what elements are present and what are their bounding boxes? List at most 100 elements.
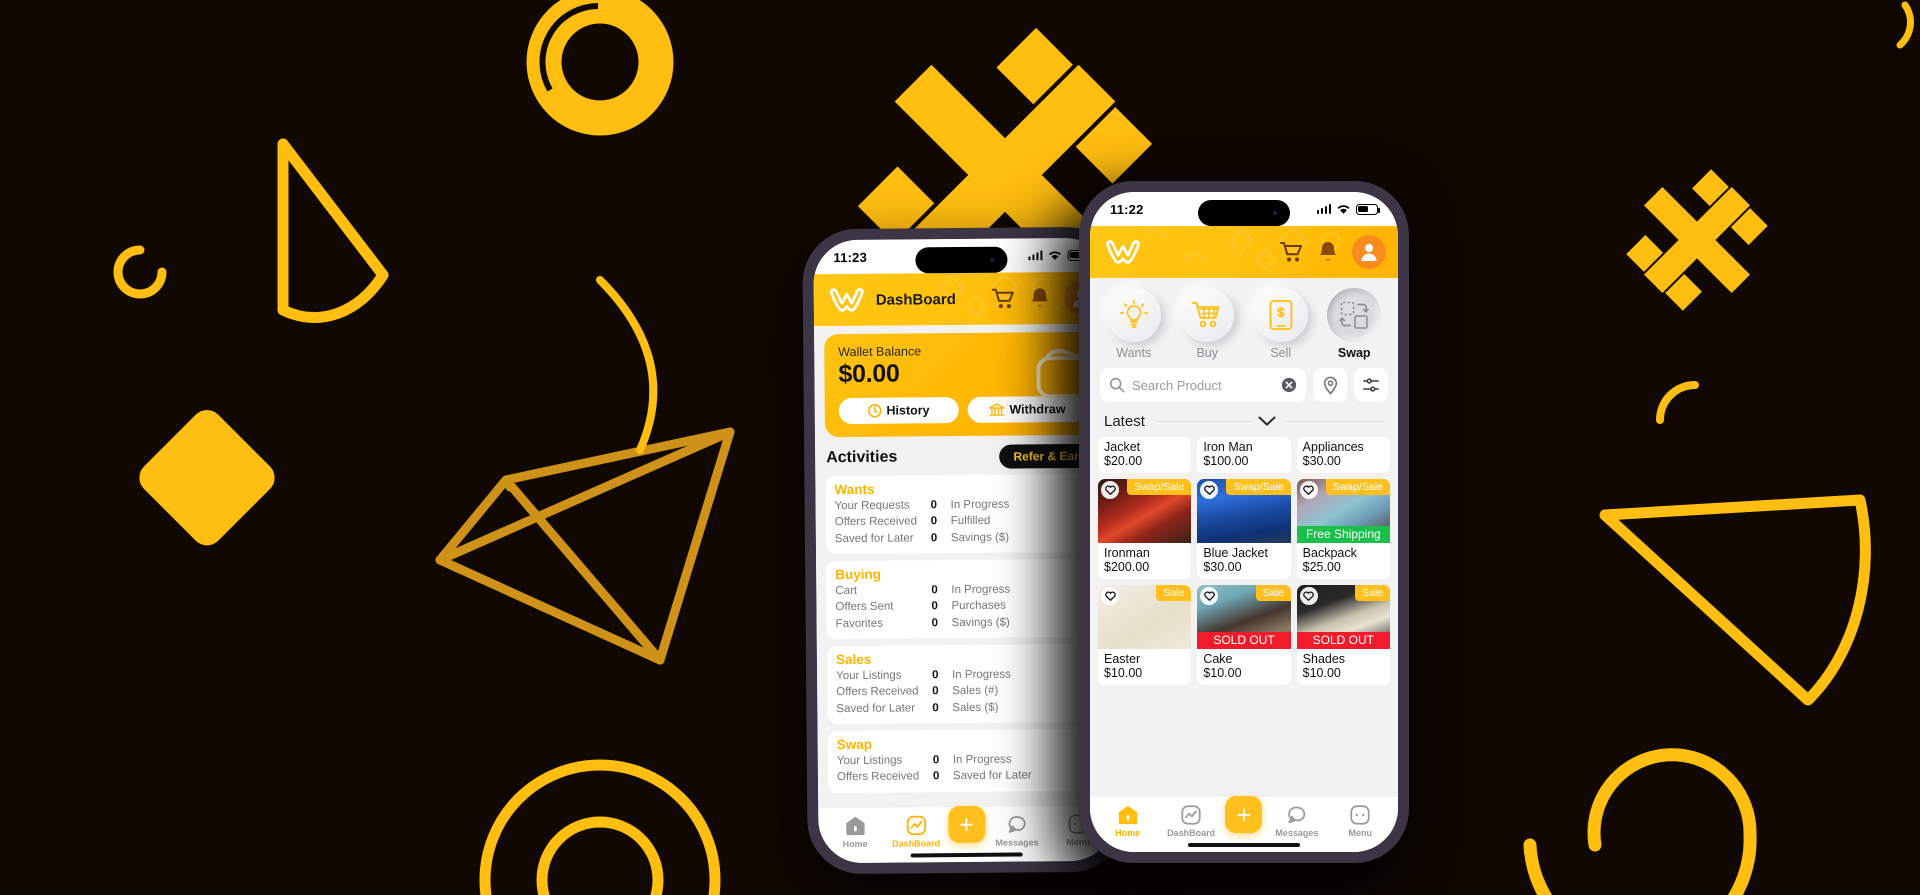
activity-label-right: In Progress (952, 668, 1011, 682)
sliders-icon (1363, 378, 1379, 392)
product-tile[interactable]: Swap/Sale Blue Jacket $30.00 (1197, 479, 1291, 579)
product-tile[interactable]: Appliances $30.00 (1296, 437, 1390, 473)
status-bar: 11:23 (813, 237, 1110, 275)
filter-button[interactable] (1354, 368, 1388, 402)
cart-icon[interactable] (991, 288, 1016, 310)
activity-card[interactable]: Wants Your Requests 0 In Progress Offers Rec… (825, 473, 1103, 555)
activity-card[interactable]: Sales Your Listings 0 In Progress Offers Rec… (826, 643, 1104, 725)
bell-icon[interactable] (1030, 287, 1050, 309)
activity-card-title: Sales (835, 651, 872, 668)
favorite-heart-icon[interactable] (1299, 587, 1318, 605)
status-badge: Swap/Sale (1226, 479, 1291, 495)
category-wants[interactable]: Wants (1098, 288, 1170, 360)
activity-row: Saved for Later0Savings ($)$ (835, 529, 1093, 548)
product-tile[interactable]: Swap/Sale Ironman $200.00 (1098, 479, 1192, 579)
product-tile[interactable]: Jacket $20.00 (1098, 437, 1192, 473)
product-name: Appliances (1302, 440, 1364, 454)
product-name: Easter (1104, 652, 1141, 666)
cellular-bars-icon (1027, 250, 1043, 261)
nav-item-dashboard[interactable]: DashBoard (887, 814, 945, 849)
nav-item-messages[interactable]: Messages (1268, 804, 1326, 838)
cart-icon-wrap (1180, 288, 1235, 342)
activity-value-left: 0 (930, 515, 938, 528)
product-tile[interactable]: Sale SOLD OUT Cake $10.00 (1197, 585, 1291, 685)
activity-card-title: Buying (835, 566, 882, 583)
activity-card-list: Wants Your Requests 0 In Progress Offers Rec… (815, 473, 1114, 793)
product-ribbon: SOLD OUT (1197, 632, 1291, 649)
clock-icon (867, 404, 882, 418)
phone-home: 11:22 Wants Buy Sell Swap Search Product… (1079, 181, 1409, 863)
product-price: $100.00 (1203, 454, 1249, 468)
favorite-heart-icon[interactable] (1101, 481, 1119, 499)
wallet-card: Wallet Balance $0.00 History Withdraw (824, 331, 1101, 438)
product-tile[interactable]: Sale Easter $10.00 (1098, 585, 1192, 685)
product-price: $25.00 (1302, 560, 1341, 574)
history-button[interactable]: History (838, 397, 959, 425)
status-badge: Swap/Sale (1325, 479, 1390, 495)
activity-value-left: 0 (932, 685, 939, 698)
sort-underline (1154, 421, 1253, 422)
home-icon (1118, 805, 1137, 824)
search-placeholder: Search Product (1132, 377, 1222, 393)
person-icon (1361, 244, 1377, 261)
product-image: Sale SOLD OUT (1296, 585, 1390, 649)
cart-icon (1191, 302, 1220, 328)
nav-item-home[interactable]: Home (826, 814, 884, 849)
activity-value-left: 0 (930, 499, 938, 512)
activity-card-title: Swap (836, 736, 873, 753)
sort-dropdown[interactable]: Latest (1090, 411, 1398, 437)
product-tile[interactable]: Iron Man $100.00 (1197, 437, 1291, 473)
home-icon (845, 816, 865, 835)
chart-icon (1181, 804, 1201, 825)
clear-circle-icon[interactable] (1281, 377, 1297, 393)
home-body: Wants Buy Sell Swap Search Product Lates… (1090, 278, 1398, 796)
product-image: Swap/Sale (1098, 479, 1192, 543)
product-name: Ironman (1104, 546, 1150, 560)
category-swap[interactable]: Swap (1319, 288, 1391, 360)
activities-header: Activities Refer & Earn (815, 435, 1111, 477)
nav-label: Messages (995, 836, 1039, 848)
activity-value-left: 0 (931, 584, 938, 597)
favorite-heart-icon[interactable] (1200, 481, 1219, 499)
activity-label-right: Saved for Later (952, 769, 1032, 783)
cart-icon[interactable] (1280, 241, 1304, 263)
bottom-nav-dashboard: Home DashBoard + Messages Menu (818, 804, 1115, 864)
product-ribbon: Free Shipping (1296, 526, 1390, 543)
sort-label: Latest (1104, 413, 1145, 430)
activity-label-left: Saved for Later (834, 532, 914, 545)
nav-item-messages[interactable]: Messages (988, 813, 1046, 848)
add-button[interactable]: + (1225, 796, 1263, 833)
favorite-heart-icon[interactable] (1299, 481, 1318, 499)
favorite-heart-icon[interactable] (1200, 587, 1219, 605)
favorite-heart-icon[interactable] (1101, 587, 1119, 605)
product-price: $20.00 (1104, 454, 1143, 468)
activities-title: Activities (826, 448, 898, 467)
nav-item-dashboard[interactable]: DashBoard (1162, 804, 1220, 838)
category-buy[interactable]: Buy (1172, 288, 1244, 360)
product-image: Swap/Sale (1197, 479, 1291, 543)
activity-label-left: Your Listings (836, 669, 902, 683)
category-sell[interactable]: Sell (1245, 288, 1317, 360)
avatar[interactable] (1352, 235, 1386, 269)
activity-card[interactable]: Buying Cart 0 In Progress Offers Sent 0 Purcha… (826, 558, 1103, 640)
nav-item-home[interactable]: Home (1099, 804, 1157, 838)
activity-label-left: Offers Received (834, 515, 918, 529)
product-tile[interactable]: Sale SOLD OUT Shades $10.00 (1296, 585, 1390, 685)
nav-item-menu[interactable]: Menu (1331, 804, 1389, 838)
search-input[interactable]: Search Product (1100, 368, 1306, 402)
product-tile[interactable]: Swap/Sale Free Shipping Backpack $25.00 (1296, 479, 1390, 579)
battery-icon (1356, 203, 1381, 215)
bell-icon[interactable] (1318, 241, 1338, 263)
home-indicator (910, 852, 1023, 858)
product-name: Iron Man (1203, 440, 1253, 454)
wifi-icon (1337, 204, 1350, 214)
nav-label: Home (1115, 827, 1141, 838)
phone-dollar-icon-wrap (1253, 288, 1308, 342)
add-button[interactable]: + (947, 805, 986, 844)
activity-card[interactable]: Swap Your Listings 0 In Progress Offers Rece… (827, 728, 1105, 793)
home-indicator (1188, 843, 1300, 847)
location-button[interactable] (1313, 368, 1347, 402)
chevron-down-icon (1258, 416, 1276, 426)
activity-label-left: Offers Received (836, 770, 920, 784)
status-time: 11:22 (1110, 201, 1144, 217)
